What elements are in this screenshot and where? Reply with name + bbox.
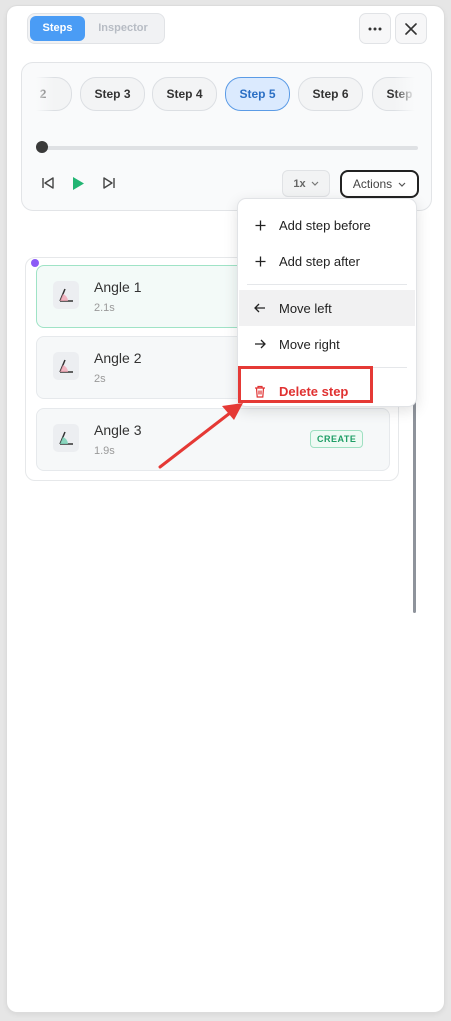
chevron-down-icon	[311, 181, 319, 186]
angle-icon	[53, 352, 79, 380]
step-chip-active[interactable]: Step 5	[225, 77, 290, 111]
play-icon	[73, 176, 84, 190]
create-badge: CREATE	[310, 430, 364, 448]
menu-item-label: Add step after	[279, 253, 360, 269]
skip-back-button[interactable]	[38, 173, 58, 193]
menu-item-add-step-after[interactable]: Add step after	[239, 243, 415, 279]
actions-label: Actions	[352, 177, 393, 191]
strip-fade-right	[394, 77, 424, 111]
more-options-button[interactable]	[359, 13, 391, 44]
close-icon	[405, 22, 417, 35]
arrow-right-icon	[253, 339, 267, 349]
timeline-track[interactable]	[36, 146, 418, 150]
item-title: Angle 3	[94, 422, 142, 438]
skip-back-icon	[42, 177, 54, 189]
strip-fade-left	[28, 77, 54, 111]
menu-item-add-step-before[interactable]: Add step before	[239, 207, 415, 243]
view-tab-switch: Steps Inspector	[27, 13, 165, 44]
skip-forward-icon	[103, 177, 115, 189]
angle-icon	[53, 424, 79, 452]
menu-divider	[247, 284, 407, 285]
list-item[interactable]: Angle 3 1.9s CREATE	[36, 408, 390, 471]
arrow-left-icon	[253, 303, 267, 313]
item-duration: 2.1s	[94, 302, 115, 314]
plus-icon	[253, 256, 267, 267]
speed-select[interactable]: 1x	[282, 170, 330, 197]
tab-steps[interactable]: Steps	[30, 16, 85, 41]
menu-item-move-left[interactable]: Move left	[239, 290, 415, 326]
step-chip[interactable]: Step 4	[152, 77, 217, 111]
item-title: Angle 1	[94, 279, 142, 295]
item-duration: 1.9s	[94, 445, 115, 457]
plus-icon	[253, 220, 267, 231]
step-chip[interactable]: Step 3	[80, 77, 145, 111]
play-button[interactable]	[68, 173, 88, 193]
menu-item-label: Move left	[279, 300, 332, 316]
step-chip[interactable]: Step 6	[298, 77, 363, 111]
more-horizontal-icon	[368, 27, 382, 30]
skip-forward-button[interactable]	[99, 173, 119, 193]
selection-dot	[31, 259, 39, 267]
player-card: 2 Step 3 Step 4 Step 5 Step 6 Step 7	[21, 62, 432, 211]
close-button[interactable]	[395, 13, 427, 44]
angle-icon	[53, 281, 79, 309]
timeline-handle[interactable]	[36, 141, 48, 153]
menu-item-label: Move right	[279, 336, 340, 352]
item-duration: 2s	[94, 373, 106, 385]
annotation-highlight-box	[238, 366, 373, 403]
steps-panel: Steps Inspector 2 Step 3 Step 4 Step 5 S…	[7, 6, 444, 1012]
item-title: Angle 2	[94, 350, 142, 366]
menu-item-move-right[interactable]: Move right	[239, 326, 415, 362]
tab-inspector[interactable]: Inspector	[88, 16, 158, 41]
menu-item-label: Add step before	[279, 217, 371, 233]
speed-value: 1x	[293, 177, 306, 190]
actions-dropdown-button[interactable]: Actions	[340, 170, 419, 198]
chevron-down-icon	[398, 182, 406, 187]
steps-strip[interactable]: 2 Step 3 Step 4 Step 5 Step 6 Step 7	[28, 77, 424, 111]
